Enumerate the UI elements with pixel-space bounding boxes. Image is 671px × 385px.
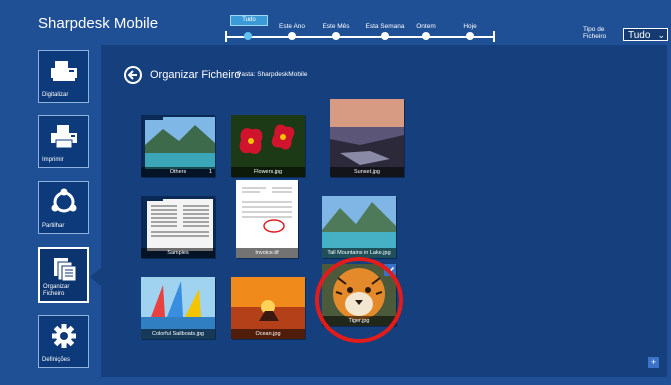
file-name: Sunset.jpg <box>330 167 404 177</box>
active-item-pointer <box>90 268 101 286</box>
file-tile[interactable]: Tall Mountains in Lake.jpg <box>322 196 396 258</box>
chevron-down-icon: ⌄ <box>657 30 665 40</box>
image-thumbnail <box>330 99 404 177</box>
sidebar-item-print[interactable]: Imprimir <box>38 115 89 168</box>
timeline-label: Hoje <box>463 23 477 30</box>
file-tile[interactable]: Colorful Sailboats.jpg <box>141 277 215 339</box>
timeline-label: Esta Semana <box>365 23 405 30</box>
timeline-label: Ontem <box>416 23 436 30</box>
sidebar-item-label: Definições <box>42 357 71 363</box>
add-button[interactable]: + <box>648 357 659 368</box>
timeline-stop-this-month[interactable] <box>332 32 340 40</box>
file-tile[interactable]: Sunset.jpg <box>330 99 404 177</box>
sidebar-item-share[interactable]: Partilhar <box>38 181 89 234</box>
organize-files-icon <box>54 258 77 282</box>
item-count: 1 <box>208 169 212 175</box>
timeline-stop-this-year[interactable] <box>288 32 296 40</box>
timeline-label: Este Ano <box>278 23 306 30</box>
sidebar-item-organize[interactable]: Organizar Ficheiro <box>38 247 89 303</box>
timeline-end-tick <box>493 31 495 42</box>
sidebar-item-scan[interactable]: Digitalizar <box>38 50 89 103</box>
timeline-label: Este Mês <box>322 23 350 30</box>
timeline-track[interactable] <box>226 36 494 38</box>
sidebar-item-settings[interactable]: Definições <box>38 315 89 368</box>
file-name: Colorful Sailboats.jpg <box>141 329 215 339</box>
file-tile[interactable]: Flowers.jpg <box>231 115 305 177</box>
timeline-start-tick <box>225 31 227 42</box>
back-button[interactable] <box>124 66 142 84</box>
file-tile[interactable]: Invoice.tif <box>236 180 298 258</box>
sidebar-item-label: Imprimir <box>42 157 64 163</box>
file-name: Flowers.jpg <box>231 167 305 177</box>
timeline-stop-today[interactable] <box>466 32 474 40</box>
folder-tile[interactable]: Samples <box>141 196 215 258</box>
arrow-left-icon <box>127 70 137 80</box>
sidebar-item-label: Digitalizar <box>42 92 69 98</box>
file-name: Invoice.tif <box>236 248 298 258</box>
folder-path: Pasta: SharpdeskMobile <box>237 71 308 78</box>
timeline-handle[interactable] <box>244 32 252 40</box>
app-window: Sharpdesk Mobile Tudo Este Ano Este Mês … <box>0 0 671 385</box>
file-tile[interactable]: Ocean.jpg <box>231 277 305 339</box>
file-name: Others <box>141 167 215 177</box>
folder-tile[interactable]: Others 1 <box>141 115 215 177</box>
image-thumbnail <box>236 180 298 258</box>
timeline-stop-yesterday[interactable] <box>422 32 430 40</box>
file-type-select[interactable]: Tudo ⌄ <box>623 28 668 41</box>
file-name: Ocean.jpg <box>231 329 305 339</box>
sidebar-item-label: Partilhar <box>42 223 65 229</box>
timeline-tooltip: Tudo <box>230 15 268 26</box>
selection-highlight-circle <box>315 257 403 343</box>
sidebar-item-label: Organizar Ficheiro <box>43 284 70 297</box>
scanner-icon <box>51 61 77 81</box>
file-name: Samples <box>141 248 215 258</box>
page-title: Organizar Ficheiro <box>150 69 241 81</box>
gear-icon <box>52 324 76 348</box>
printer-icon <box>51 125 77 149</box>
file-type-value: Tudo <box>628 30 651 41</box>
timeline-stop-this-week[interactable] <box>381 32 389 40</box>
share-icon <box>51 188 77 213</box>
top-bar: Sharpdesk Mobile Tudo Este Ano Este Mês … <box>0 0 671 42</box>
app-title: Sharpdesk Mobile <box>38 15 159 32</box>
file-type-label: Tipo de Ficheiro <box>583 26 607 40</box>
